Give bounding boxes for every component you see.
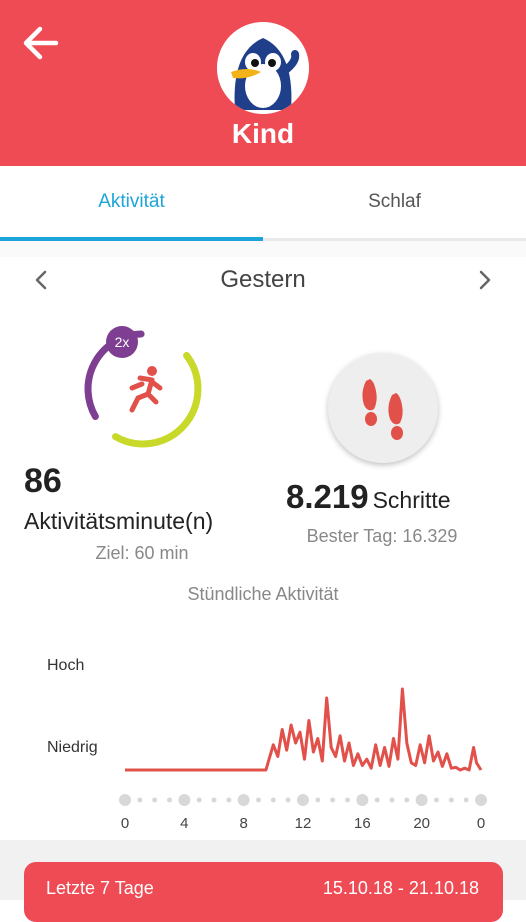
x-axis-minor-dot — [345, 797, 350, 803]
x-axis-minor-dot — [374, 797, 380, 803]
last-7-days-button[interactable]: Letzte 7 Tage 15.10.18 - 21.10.18 — [24, 862, 503, 922]
back-button[interactable] — [18, 20, 64, 66]
activity-series-line — [125, 687, 483, 772]
hourly-activity-chart: 0 4 8 12 16 20 0 — [119, 687, 487, 832]
week-date-range: 15.10.18 - 21.10.18 — [322, 878, 479, 898]
x-axis-major-dot — [475, 794, 487, 806]
x-axis-minor-dot — [211, 797, 217, 803]
x-axis-minor-dot — [315, 797, 321, 803]
running-person-icon — [129, 366, 163, 413]
profile-name: Kind — [231, 118, 295, 149]
x-axis-minor-dot — [152, 797, 158, 803]
x-axis-minor-dot — [226, 797, 232, 803]
x-tick-label: 12 — [295, 815, 312, 832]
avatar[interactable] — [217, 22, 309, 114]
x-axis-minor-dot — [330, 797, 336, 803]
steps-unit: Schritte — [372, 487, 451, 513]
penguin-avatar-icon — [217, 22, 309, 114]
active-minutes-goal: Ziel: 60 min — [95, 543, 189, 563]
x-axis-major-dot — [119, 794, 131, 806]
steps-summary: 8.219 Schritte — [286, 478, 486, 516]
x-axis-minor-dot — [167, 797, 172, 803]
x-tick-label: 0 — [121, 815, 129, 832]
x-tick-label: 0 — [477, 815, 485, 832]
x-axis-minor-dot — [448, 797, 454, 803]
x-axis-major-dot — [178, 794, 191, 806]
best-day-label: Bester Tag: 16.329 — [306, 526, 458, 546]
chevron-right-icon — [479, 270, 491, 290]
x-tick-label: 4 — [180, 815, 188, 832]
date-label: Gestern — [220, 266, 306, 293]
arrow-left-icon — [23, 26, 59, 60]
x-axis-minor-dot — [270, 797, 276, 803]
steps-value: 8.219 — [286, 478, 369, 515]
x-axis-minor-dot — [285, 797, 291, 803]
x-tick-label: 8 — [239, 815, 247, 832]
week-label: Letzte 7 Tage — [46, 878, 154, 898]
footprints-icon — [362, 379, 403, 440]
tab-bar: Aktivität Schlaf — [0, 166, 526, 241]
x-axis-minor-dot — [389, 797, 395, 803]
next-day-button[interactable] — [469, 262, 501, 298]
tab-activity[interactable]: Aktivität — [0, 166, 263, 238]
x-axis-major-dot — [237, 794, 250, 806]
x-axis-minor-dot — [404, 797, 410, 803]
x-axis-minor-dot — [256, 797, 261, 803]
x-axis-major-dot — [356, 794, 369, 806]
activity-ring — [84, 330, 202, 448]
tab-sleep[interactable]: Schlaf — [263, 166, 526, 238]
active-minutes-label: Aktivitätsminute(n) — [24, 508, 214, 534]
x-axis-major-dot — [415, 794, 428, 806]
section-divider — [0, 241, 526, 257]
x-axis-minor-dot — [434, 797, 439, 803]
x-axis-minor-dot — [463, 797, 469, 803]
x-axis-major-dot — [297, 794, 309, 806]
hourly-activity-title: Stündliche Aktivität — [187, 584, 339, 604]
steps-button[interactable] — [328, 353, 438, 463]
date-navigator: Gestern — [0, 258, 526, 304]
x-axis-minor-dot — [196, 797, 202, 803]
x-axis-minor-dot — [137, 797, 143, 803]
x-tick-label: 20 — [413, 815, 430, 832]
multiplier-badge: 2x — [106, 326, 138, 358]
x-tick-label: 16 — [354, 815, 371, 832]
profile-header: Kind — [0, 0, 526, 166]
active-minutes-value: 86 — [24, 462, 62, 500]
